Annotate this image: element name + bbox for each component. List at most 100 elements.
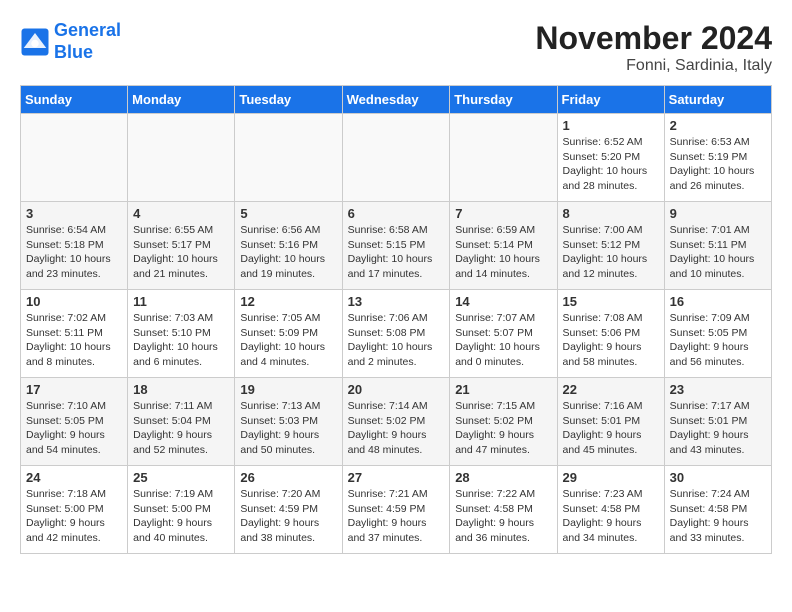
day-info: Sunrise: 6:58 AM Sunset: 5:15 PM Dayligh…	[348, 223, 445, 282]
logo: General Blue	[20, 20, 121, 63]
calendar-cell: 9 Sunrise: 7:01 AM Sunset: 5:11 PM Daylig…	[664, 202, 771, 290]
calendar-week-1: 1Sunrise: 6:52 AM Sunset: 5:20 PM Daylig…	[21, 114, 772, 202]
calendar-cell: 28Sunrise: 7:22 AM Sunset: 4:58 PM Dayli…	[450, 466, 557, 554]
day-number: 21	[455, 382, 551, 397]
calendar-week-2: 3 Sunrise: 6:54 AM Sunset: 5:18 PM Daylig…	[21, 202, 772, 290]
day-number: 4	[133, 206, 229, 221]
day-number: 20	[348, 382, 445, 397]
calendar-cell	[450, 114, 557, 202]
calendar-cell	[21, 114, 128, 202]
day-info: Sunrise: 7:24 AM Sunset: 4:58 PM Dayligh…	[670, 487, 766, 546]
day-info: Sunrise: 6:59 AM Sunset: 5:14 PM Dayligh…	[455, 223, 551, 282]
calendar-cell: 27 Sunrise: 7:21 AM Sunset: 4:59 PM Dayli…	[342, 466, 450, 554]
day-info: Sunrise: 6:56 AM Sunset: 5:16 PM Dayligh…	[240, 223, 336, 282]
day-info: Sunrise: 7:03 AM Sunset: 5:10 PM Dayligh…	[133, 311, 229, 370]
weekday-header-wednesday: Wednesday	[342, 86, 450, 114]
weekday-header-thursday: Thursday	[450, 86, 557, 114]
day-number: 5	[240, 206, 336, 221]
title-block: November 2024 Fonni, Sardinia, Italy	[535, 20, 772, 75]
day-number: 13	[348, 294, 445, 309]
calendar-cell: 29 Sunrise: 7:23 AM Sunset: 4:58 PM Dayli…	[557, 466, 664, 554]
calendar-table: SundayMondayTuesdayWednesdayThursdayFrid…	[20, 85, 772, 554]
day-info: Sunrise: 7:07 AM Sunset: 5:07 PM Dayligh…	[455, 311, 551, 370]
day-number: 1	[563, 118, 659, 133]
day-info: Sunrise: 7:10 AM Sunset: 5:05 PM Dayligh…	[26, 399, 122, 458]
location: Fonni, Sardinia, Italy	[535, 57, 772, 75]
day-info: Sunrise: 7:16 AM Sunset: 5:01 PM Dayligh…	[563, 399, 659, 458]
day-number: 24	[26, 470, 122, 485]
month-title: November 2024	[535, 20, 772, 57]
calendar-cell: 11Sunrise: 7:03 AM Sunset: 5:10 PM Dayli…	[128, 290, 235, 378]
day-number: 9	[670, 206, 766, 221]
day-info: Sunrise: 7:01 AM Sunset: 5:11 PM Dayligh…	[670, 223, 766, 282]
day-number: 25	[133, 470, 229, 485]
calendar-cell: 6 Sunrise: 6:58 AM Sunset: 5:15 PM Daylig…	[342, 202, 450, 290]
logo-line1: General	[54, 20, 121, 40]
day-number: 7	[455, 206, 551, 221]
day-number: 26	[240, 470, 336, 485]
weekday-header-sunday: Sunday	[21, 86, 128, 114]
day-info: Sunrise: 7:21 AM Sunset: 4:59 PM Dayligh…	[348, 487, 445, 546]
calendar-cell: 25 Sunrise: 7:19 AM Sunset: 5:00 PM Dayli…	[128, 466, 235, 554]
day-number: 29	[563, 470, 659, 485]
day-info: Sunrise: 7:19 AM Sunset: 5:00 PM Dayligh…	[133, 487, 229, 546]
day-number: 17	[26, 382, 122, 397]
day-number: 19	[240, 382, 336, 397]
day-info: Sunrise: 7:02 AM Sunset: 5:11 PM Dayligh…	[26, 311, 122, 370]
calendar-week-3: 10Sunrise: 7:02 AM Sunset: 5:11 PM Dayli…	[21, 290, 772, 378]
day-number: 18	[133, 382, 229, 397]
calendar-week-5: 24 Sunrise: 7:18 AM Sunset: 5:00 PM Dayli…	[21, 466, 772, 554]
logo-icon	[20, 27, 50, 57]
weekday-header-friday: Friday	[557, 86, 664, 114]
day-info: Sunrise: 7:13 AM Sunset: 5:03 PM Dayligh…	[240, 399, 336, 458]
day-number: 3	[26, 206, 122, 221]
day-number: 6	[348, 206, 445, 221]
calendar-cell: 16Sunrise: 7:09 AM Sunset: 5:05 PM Dayli…	[664, 290, 771, 378]
day-info: Sunrise: 7:05 AM Sunset: 5:09 PM Dayligh…	[240, 311, 336, 370]
calendar-cell: 4Sunrise: 6:55 AM Sunset: 5:17 PM Daylig…	[128, 202, 235, 290]
calendar-cell: 8Sunrise: 7:00 AM Sunset: 5:12 PM Daylig…	[557, 202, 664, 290]
day-number: 27	[348, 470, 445, 485]
day-info: Sunrise: 7:15 AM Sunset: 5:02 PM Dayligh…	[455, 399, 551, 458]
calendar-cell: 14Sunrise: 7:07 AM Sunset: 5:07 PM Dayli…	[450, 290, 557, 378]
calendar-cell: 22 Sunrise: 7:16 AM Sunset: 5:01 PM Dayli…	[557, 378, 664, 466]
day-info: Sunrise: 7:23 AM Sunset: 4:58 PM Dayligh…	[563, 487, 659, 546]
day-info: Sunrise: 7:08 AM Sunset: 5:06 PM Dayligh…	[563, 311, 659, 370]
day-info: Sunrise: 6:53 AM Sunset: 5:19 PM Dayligh…	[670, 135, 766, 194]
calendar-header-row: SundayMondayTuesdayWednesdayThursdayFrid…	[21, 86, 772, 114]
calendar-cell: 17 Sunrise: 7:10 AM Sunset: 5:05 PM Dayli…	[21, 378, 128, 466]
calendar-cell: 12 Sunrise: 7:05 AM Sunset: 5:09 PM Dayli…	[235, 290, 342, 378]
logo-line2: Blue	[54, 42, 93, 62]
calendar-cell: 26Sunrise: 7:20 AM Sunset: 4:59 PM Dayli…	[235, 466, 342, 554]
day-number: 16	[670, 294, 766, 309]
day-info: Sunrise: 7:22 AM Sunset: 4:58 PM Dayligh…	[455, 487, 551, 546]
day-number: 23	[670, 382, 766, 397]
day-number: 12	[240, 294, 336, 309]
calendar-cell: 30 Sunrise: 7:24 AM Sunset: 4:58 PM Dayli…	[664, 466, 771, 554]
day-number: 8	[563, 206, 659, 221]
calendar-cell: 5 Sunrise: 6:56 AM Sunset: 5:16 PM Daylig…	[235, 202, 342, 290]
calendar-cell: 23 Sunrise: 7:17 AM Sunset: 5:01 PM Dayli…	[664, 378, 771, 466]
calendar-cell: 10Sunrise: 7:02 AM Sunset: 5:11 PM Dayli…	[21, 290, 128, 378]
day-info: Sunrise: 6:54 AM Sunset: 5:18 PM Dayligh…	[26, 223, 122, 282]
calendar-cell: 1Sunrise: 6:52 AM Sunset: 5:20 PM Daylig…	[557, 114, 664, 202]
day-number: 22	[563, 382, 659, 397]
calendar-cell: 13Sunrise: 7:06 AM Sunset: 5:08 PM Dayli…	[342, 290, 450, 378]
calendar-cell	[128, 114, 235, 202]
logo-text: General Blue	[54, 20, 121, 63]
weekday-header-tuesday: Tuesday	[235, 86, 342, 114]
weekday-header-monday: Monday	[128, 86, 235, 114]
calendar-cell: 7 Sunrise: 6:59 AM Sunset: 5:14 PM Daylig…	[450, 202, 557, 290]
calendar-cell: 15 Sunrise: 7:08 AM Sunset: 5:06 PM Dayli…	[557, 290, 664, 378]
weekday-header-saturday: Saturday	[664, 86, 771, 114]
day-number: 2	[670, 118, 766, 133]
day-number: 15	[563, 294, 659, 309]
day-info: Sunrise: 7:18 AM Sunset: 5:00 PM Dayligh…	[26, 487, 122, 546]
day-info: Sunrise: 7:17 AM Sunset: 5:01 PM Dayligh…	[670, 399, 766, 458]
day-info: Sunrise: 7:14 AM Sunset: 5:02 PM Dayligh…	[348, 399, 445, 458]
day-number: 30	[670, 470, 766, 485]
calendar-cell	[342, 114, 450, 202]
calendar-cell: 24 Sunrise: 7:18 AM Sunset: 5:00 PM Dayli…	[21, 466, 128, 554]
calendar-cell: 2 Sunrise: 6:53 AM Sunset: 5:19 PM Daylig…	[664, 114, 771, 202]
page-header: General Blue November 2024 Fonni, Sardin…	[20, 20, 772, 75]
